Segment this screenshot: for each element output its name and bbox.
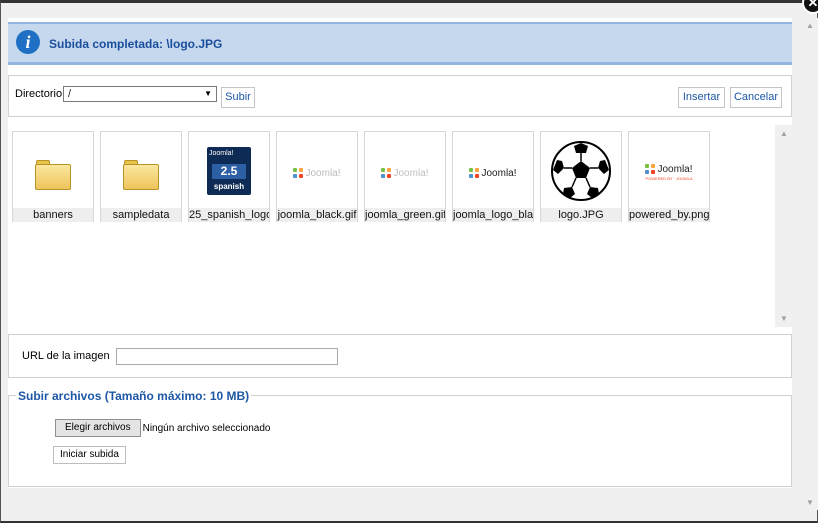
folder-item-sampledata[interactable]: sampledata xyxy=(100,131,182,222)
thumb-tagline: POWERED BY · JOOMLA xyxy=(645,175,693,181)
image-item-powered-by[interactable]: Joomla! POWERED BY · JOOMLA powered_by.p… xyxy=(628,131,710,222)
item-label: banners xyxy=(13,208,93,222)
message-text: Subida completada: \logo.JPG xyxy=(49,37,223,51)
image-thumbnail: Joomla! POWERED BY · JOOMLA xyxy=(629,132,709,208)
insert-button[interactable]: Insertar xyxy=(678,87,725,108)
joomla-logo-icon xyxy=(381,168,392,178)
joomla-logo-icon xyxy=(645,164,656,174)
thumb-brand: Joomla! xyxy=(305,167,341,179)
image-thumbnail: Joomla! xyxy=(453,132,533,208)
item-label: sampledata xyxy=(101,208,181,222)
image-item-joomla-green[interactable]: Joomla! joomla_green.gif xyxy=(364,131,446,222)
scroll-down-icon[interactable]: ▼ xyxy=(780,314,788,323)
image-thumbnail: Joomla! xyxy=(365,132,445,208)
image-thumbnail: Joomla! 2.5 spanish xyxy=(189,132,269,208)
message-bar: i Subida completada: \logo.JPG xyxy=(8,22,792,65)
image-url-input[interactable] xyxy=(116,348,338,365)
image-item-logo-jpg[interactable]: logo.JPG xyxy=(540,131,622,222)
scroll-up-icon[interactable]: ▲ xyxy=(780,129,788,138)
item-label: joomla_black.gif xyxy=(277,208,357,222)
scroll-up-icon[interactable]: ▲ xyxy=(806,21,814,30)
cancel-button[interactable]: Cancelar xyxy=(730,87,782,108)
scroll-down-icon[interactable]: ▼ xyxy=(806,498,814,507)
image-url-label: URL de la imagen xyxy=(22,350,110,362)
chevron-down-icon: ▼ xyxy=(204,89,212,98)
toolbar: Directorio / ▼ Subir Insertar Cancelar xyxy=(8,75,792,117)
soccer-ball-icon xyxy=(551,141,611,201)
folder-item-banners[interactable]: banners xyxy=(12,131,94,222)
info-icon: i xyxy=(16,30,40,54)
choose-files-button[interactable]: Elegir archivos xyxy=(55,419,141,437)
item-label: joomla_green.gif xyxy=(365,208,445,222)
outer-scrollbar[interactable]: ▲ ▼ xyxy=(802,18,818,510)
thumb-brand: Joomla! xyxy=(209,150,234,157)
upload-fieldset: Subir archivos (Tamaño máximo: 10 MB) El… xyxy=(8,389,792,487)
image-url-row: URL de la imagen xyxy=(8,334,792,378)
joomla-logo-icon xyxy=(293,168,304,178)
bottom-bar xyxy=(8,488,792,510)
file-browser: banners sampledata Joomla! 2.5 spanish 2… xyxy=(8,125,792,327)
file-chooser[interactable]: Elegir archivos Ningún archivo seleccion… xyxy=(55,418,270,438)
image-item-joomla-logo-black[interactable]: Joomla! joomla_logo_bla xyxy=(452,131,534,222)
item-label: joomla_logo_bla xyxy=(453,208,533,222)
item-label: 25_spanish_logo xyxy=(189,208,269,222)
folder-icon xyxy=(101,132,181,208)
directory-value: / xyxy=(68,88,72,100)
image-thumbnail: Joomla! xyxy=(277,132,357,208)
image-item-25-spanish-logo[interactable]: Joomla! 2.5 spanish 25_spanish_logo xyxy=(188,131,270,222)
browser-scrollbar[interactable]: ▲ ▼ xyxy=(775,125,792,327)
thumb-brand: Joomla! xyxy=(393,167,429,179)
directory-select[interactable]: / ▼ xyxy=(63,86,217,102)
image-item-joomla-black[interactable]: Joomla! joomla_black.gif xyxy=(276,131,358,222)
file-status-text: Ningún archivo seleccionado xyxy=(142,422,271,434)
thumb-brand: Joomla! xyxy=(657,163,693,175)
folder-icon xyxy=(13,132,93,208)
item-label: powered_by.png xyxy=(629,208,709,222)
directory-label: Directorio xyxy=(15,88,63,100)
thumb-brand: Joomla! xyxy=(481,167,517,179)
thumb-version: 2.5 xyxy=(212,164,246,179)
upload-dir-button[interactable]: Subir xyxy=(221,87,255,108)
thumb-lang: spanish xyxy=(213,182,245,191)
item-label: logo.JPG xyxy=(541,208,621,222)
upload-legend: Subir archivos (Tamaño máximo: 10 MB) xyxy=(16,389,252,403)
image-thumbnail xyxy=(541,132,621,208)
start-upload-button[interactable]: Iniciar subida xyxy=(53,446,126,464)
joomla-logo-icon xyxy=(469,168,480,178)
